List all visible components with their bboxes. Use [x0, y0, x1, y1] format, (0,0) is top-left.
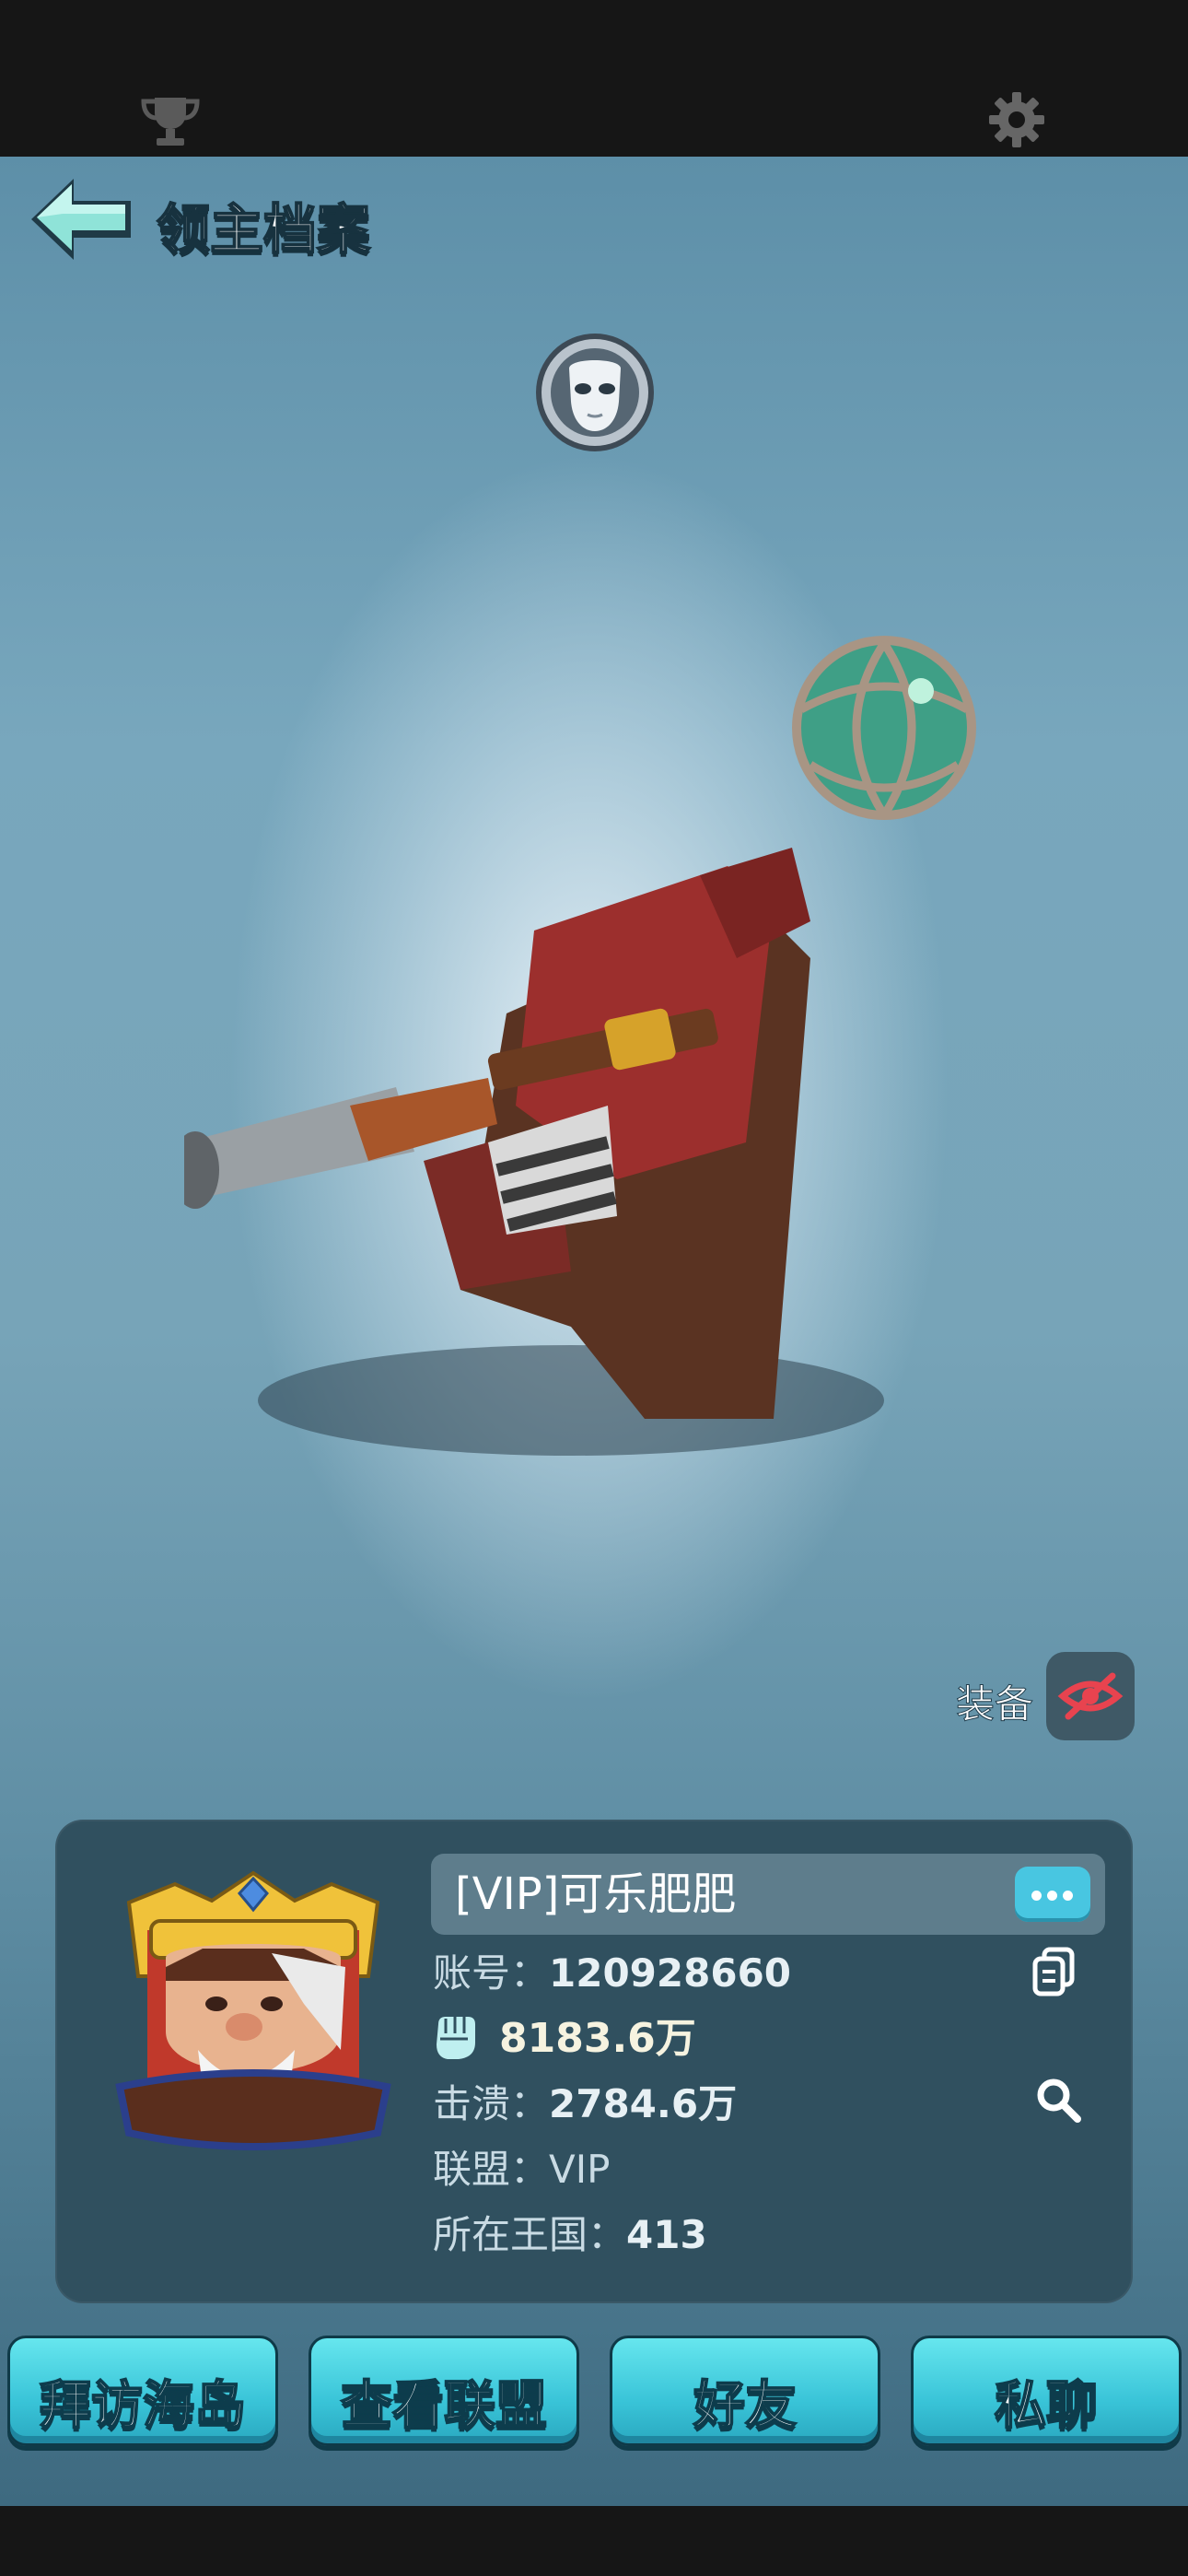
player-name: [VIP]可乐肥肥: [455, 1868, 737, 1920]
gear-icon[interactable]: [987, 90, 1046, 149]
top-status-bar: [0, 0, 1188, 157]
alliance-value: VIP: [549, 2147, 611, 2192]
kills-label: 击溃：: [433, 2081, 550, 2126]
private-chat-button[interactable]: 私聊: [911, 2336, 1182, 2446]
alliance-row: 联盟：VIP: [433, 2144, 610, 2195]
power-value: 8183.6万: [499, 2015, 696, 2062]
copy-icon[interactable]: [1031, 1946, 1077, 1997]
view-alliance-button[interactable]: 查看联盟: [309, 2336, 579, 2446]
more-options-button[interactable]: [1015, 1867, 1090, 1922]
search-icon[interactable]: [1035, 2077, 1081, 2123]
visit-island-button[interactable]: 拜访海岛: [7, 2336, 278, 2446]
kingdom-row: 所在王国：413: [433, 2209, 707, 2261]
equip-visibility-toggle[interactable]: [1046, 1652, 1135, 1740]
private-chat-label: 私聊: [994, 2375, 1099, 2437]
kills-row: 击溃：2784.6万: [433, 2078, 737, 2130]
trophy-icon[interactable]: [138, 92, 203, 147]
view-alliance-label: 查看联盟: [340, 2375, 548, 2437]
page-title: 领主档案: [156, 197, 371, 262]
account-label: 账号：: [433, 1950, 550, 1996]
kingdom-value: 413: [626, 2212, 707, 2257]
kills-value: 2784.6万: [549, 2081, 738, 2126]
kingdom-label: 所在王国：: [433, 2212, 627, 2257]
account-row: 账号：120928660: [433, 1948, 791, 1999]
equip-label: 装备: [955, 1681, 1034, 1727]
friend-button[interactable]: 好友: [610, 2336, 880, 2446]
power-fist-icon: [437, 2017, 475, 2059]
back-arrow-icon[interactable]: [26, 173, 138, 265]
alliance-label: 联盟：: [433, 2147, 550, 2192]
bottom-bar: [0, 2506, 1188, 2576]
friend-label: 好友: [693, 2375, 798, 2437]
lord-character-model: [184, 636, 976, 1456]
eye-off-icon: [1057, 1672, 1124, 1720]
visit-island-label: 拜访海岛: [39, 2375, 247, 2437]
lord-avatar[interactable]: [111, 1866, 396, 2151]
mask-badge-icon[interactable]: [532, 330, 658, 455]
power-row: 8183.6万: [499, 2013, 696, 2065]
account-id: 120928660: [549, 1950, 792, 1996]
